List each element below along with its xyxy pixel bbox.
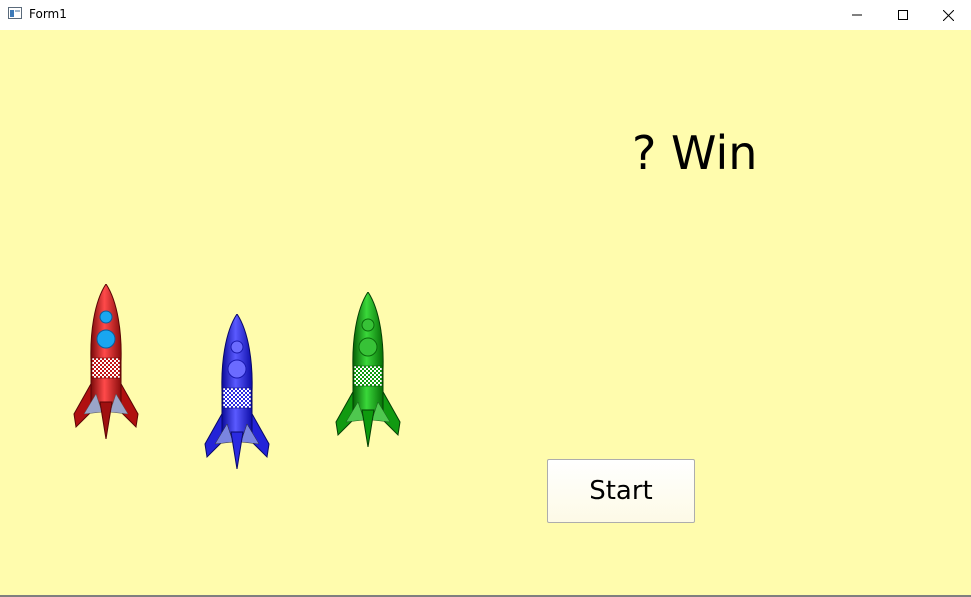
start-button[interactable]: Start bbox=[547, 459, 695, 523]
green-rocket bbox=[335, 292, 401, 447]
minimize-icon bbox=[852, 14, 862, 16]
app-icon bbox=[8, 7, 22, 19]
title-bar: Form1 bbox=[0, 0, 971, 30]
minimize-button[interactable] bbox=[834, 0, 880, 30]
form-client-area: ? Win Start bbox=[0, 30, 971, 596]
close-button[interactable] bbox=[925, 0, 971, 30]
blue-rocket bbox=[204, 314, 270, 469]
red-rocket bbox=[73, 284, 139, 439]
close-icon bbox=[942, 9, 954, 21]
maximize-icon bbox=[898, 10, 908, 20]
window-title: Form1 bbox=[29, 7, 67, 21]
result-label: ? Win bbox=[632, 126, 758, 180]
maximize-button[interactable] bbox=[880, 0, 926, 30]
